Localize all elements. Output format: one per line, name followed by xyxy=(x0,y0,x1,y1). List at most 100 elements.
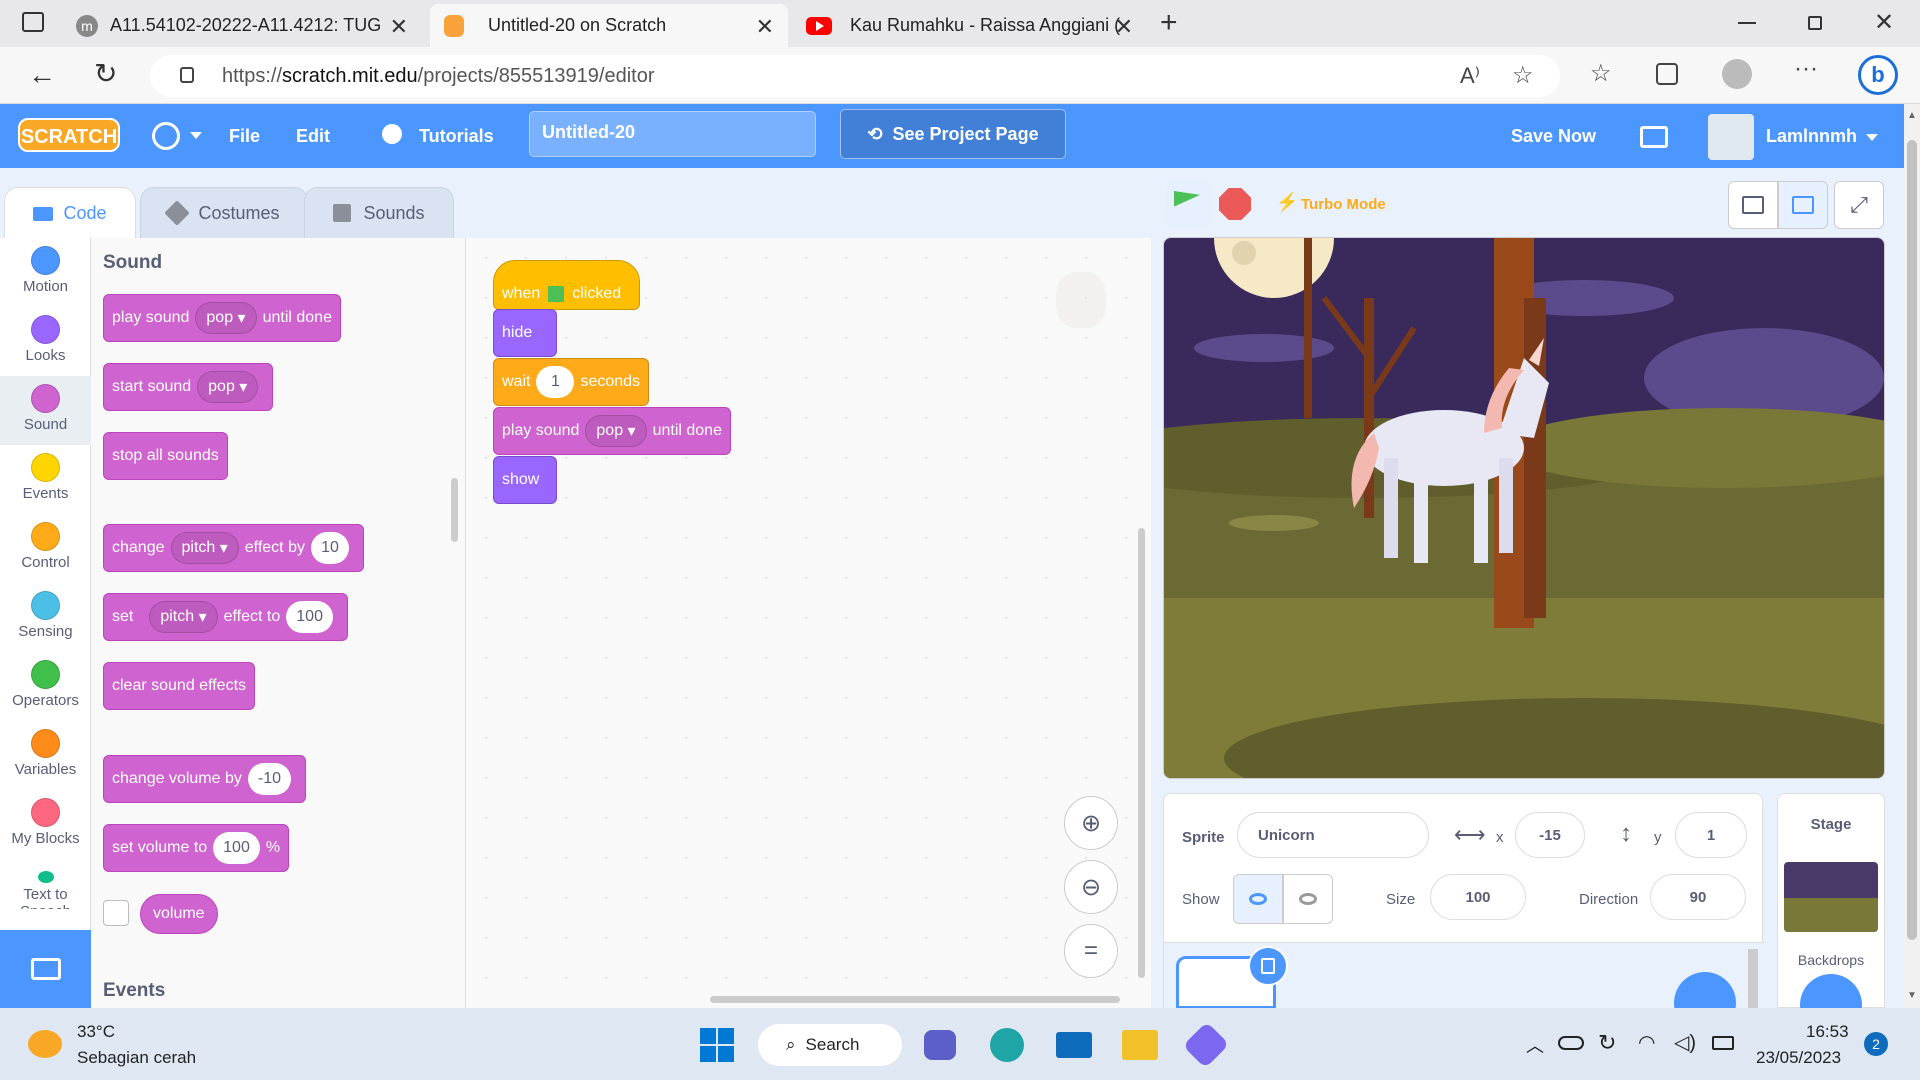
url-field[interactable]: https://scratch.mit.edu/projects/8555139… xyxy=(150,55,1560,97)
green-flag-button[interactable] xyxy=(1163,180,1211,228)
zoom-reset-button[interactable]: = xyxy=(1064,924,1118,978)
battery-icon[interactable] xyxy=(1712,1036,1734,1050)
show-hidden-button[interactable] xyxy=(1283,874,1333,924)
add-extension-button[interactable] xyxy=(0,930,91,1008)
notification-badge[interactable]: 2 xyxy=(1864,1032,1888,1056)
stage-selector-pane[interactable]: Stage Backdrops xyxy=(1777,793,1885,1036)
file-menu[interactable]: File xyxy=(229,126,260,147)
horizontal-scrollbar[interactable] xyxy=(710,996,1120,1003)
see-project-page-button[interactable]: ⟲ See Project Page xyxy=(840,109,1066,159)
chevron-down-icon[interactable] xyxy=(1866,134,1878,141)
block-clear-sound-effects[interactable]: clear sound effects xyxy=(103,662,256,710)
size-input[interactable]: 100 xyxy=(1430,874,1526,920)
tab-scratch[interactable]: Untitled-20 on Scratch ✕ xyxy=(430,4,788,47)
onedrive-icon[interactable] xyxy=(1558,1036,1584,1050)
block-hide[interactable]: hide xyxy=(493,309,557,357)
back-icon[interactable]: ← xyxy=(28,59,56,91)
favorites-icon[interactable]: ☆ xyxy=(1590,59,1612,88)
close-tab-icon[interactable]: ✕ xyxy=(390,14,408,40)
effect-dropdown[interactable]: pitch ▾ xyxy=(149,601,218,633)
small-stage-button[interactable] xyxy=(1728,181,1778,229)
category-variables[interactable]: Variables xyxy=(0,721,91,790)
category-events[interactable]: Events xyxy=(0,445,91,514)
vertical-scrollbar[interactable] xyxy=(1138,528,1145,978)
y-position-input[interactable]: 1 xyxy=(1675,812,1747,858)
tab-code[interactable]: Code xyxy=(4,187,136,239)
category-control[interactable]: Control xyxy=(0,514,91,583)
search-button[interactable]: ⌕ Search xyxy=(758,1024,902,1066)
volume-value-input[interactable]: 100 xyxy=(213,832,260,864)
sync-icon[interactable]: ↻ xyxy=(1598,1030,1616,1056)
wait-seconds-input[interactable]: 1 xyxy=(536,366,575,398)
delete-sprite-button[interactable] xyxy=(1248,946,1288,986)
stage-canvas[interactable] xyxy=(1163,237,1885,779)
avatar[interactable] xyxy=(1708,114,1754,160)
block-volume-reporter[interactable]: volume xyxy=(140,894,218,934)
chevron-up-icon[interactable]: ︿ xyxy=(1526,1032,1544,1058)
read-aloud-icon[interactable]: A⁾ xyxy=(1460,63,1480,89)
volume-value-input[interactable]: -10 xyxy=(247,763,291,795)
refresh-icon[interactable]: ↻ xyxy=(94,57,117,90)
tab-moodle[interactable]: m A11.54102-20222-A11.4212: TUG ✕ xyxy=(62,4,422,47)
tab-youtube[interactable]: Kau Rumahku - Raissa Anggiani ( ✕ xyxy=(792,4,1147,47)
edge-icon[interactable] xyxy=(990,1028,1024,1062)
close-window-icon[interactable]: ✕ xyxy=(1874,8,1894,37)
more-icon[interactable]: ··· xyxy=(1794,55,1818,83)
stage-thumbnail[interactable] xyxy=(1784,862,1878,932)
block-stop-all-sounds[interactable]: stop all sounds xyxy=(103,432,228,480)
sprite-list-scrollbar[interactable] xyxy=(1748,949,1758,1009)
weather-temp[interactable]: 33°C xyxy=(77,1022,115,1042)
show-visible-button[interactable] xyxy=(1233,874,1283,924)
sprite-name-input[interactable]: Unicorn xyxy=(1237,812,1429,858)
block-play-sound-until-done[interactable]: play sound pop ▾ until done xyxy=(493,407,731,455)
zoom-out-button[interactable]: ⊖ xyxy=(1064,860,1118,914)
palette-scrollbar[interactable] xyxy=(451,478,458,542)
new-tab-icon[interactable]: + xyxy=(1160,6,1178,40)
edit-menu[interactable]: Edit xyxy=(296,126,330,147)
start-button[interactable] xyxy=(700,1028,734,1062)
effect-dropdown[interactable]: pitch ▾ xyxy=(170,532,239,564)
close-tab-icon[interactable]: ✕ xyxy=(756,14,774,40)
category-my-blocks[interactable]: My Blocks xyxy=(0,790,91,859)
copilot-icon[interactable] xyxy=(1182,1021,1230,1069)
tab-actions-icon[interactable] xyxy=(22,12,44,32)
project-title-input[interactable]: Untitled-20 xyxy=(529,111,816,157)
sound-dropdown[interactable]: pop ▾ xyxy=(197,371,259,403)
stop-button[interactable] xyxy=(1219,188,1251,220)
volume-icon[interactable]: ◁) xyxy=(1674,1030,1696,1055)
add-favorite-icon[interactable]: ☆ xyxy=(1512,61,1534,90)
globe-icon[interactable] xyxy=(152,122,180,150)
block-play-sound-until-done[interactable]: play sound pop ▾ until done xyxy=(103,294,341,342)
volume-monitor-checkbox[interactable] xyxy=(103,900,129,926)
block-set-volume[interactable]: set volume to 100 % xyxy=(103,824,290,872)
zoom-in-button[interactable]: ⊕ xyxy=(1064,796,1118,850)
category-operators[interactable]: Operators xyxy=(0,652,91,721)
category-sound[interactable]: Sound xyxy=(0,376,91,445)
block-wait-seconds[interactable]: wait 1 seconds xyxy=(493,358,650,406)
collections-icon[interactable] xyxy=(1656,63,1678,85)
block-change-effect[interactable]: change pitch ▾ effect by 10 xyxy=(103,524,364,572)
unicorn-sprite[interactable] xyxy=(1334,338,1564,578)
weather-icon[interactable] xyxy=(28,1030,62,1058)
scratch-logo[interactable]: SCRATCH xyxy=(18,118,120,152)
script-area[interactable]: when clicked hide wait 1 seconds play so… xyxy=(466,238,1151,1008)
minimize-icon[interactable] xyxy=(1738,22,1756,24)
tab-sounds[interactable]: Sounds xyxy=(304,187,454,239)
close-tab-icon[interactable]: ✕ xyxy=(1115,14,1133,40)
effect-value-input[interactable]: 10 xyxy=(310,532,349,564)
wifi-icon[interactable]: ◠ xyxy=(1638,1030,1655,1055)
mail-icon[interactable] xyxy=(1056,1032,1092,1058)
clock-time[interactable]: 16:53 xyxy=(1806,1022,1849,1042)
normal-stage-button[interactable] xyxy=(1778,181,1828,229)
category-text-to-speech[interactable]: Text to Speech xyxy=(0,859,91,909)
save-now-button[interactable]: Save Now xyxy=(1511,126,1596,147)
file-explorer-icon[interactable] xyxy=(1122,1030,1158,1060)
block-when-flag-clicked[interactable]: when clicked xyxy=(493,260,640,310)
fullscreen-button[interactable]: ⤢ xyxy=(1834,181,1884,229)
bing-icon[interactable]: b xyxy=(1858,55,1898,95)
category-motion[interactable]: Motion xyxy=(0,238,91,307)
restore-icon[interactable] xyxy=(1808,16,1822,30)
block-set-effect[interactable]: set pitch ▾ effect to 100 xyxy=(103,593,348,641)
tab-costumes[interactable]: Costumes xyxy=(140,187,308,239)
clock-date[interactable]: 23/05/2023 xyxy=(1756,1048,1841,1068)
